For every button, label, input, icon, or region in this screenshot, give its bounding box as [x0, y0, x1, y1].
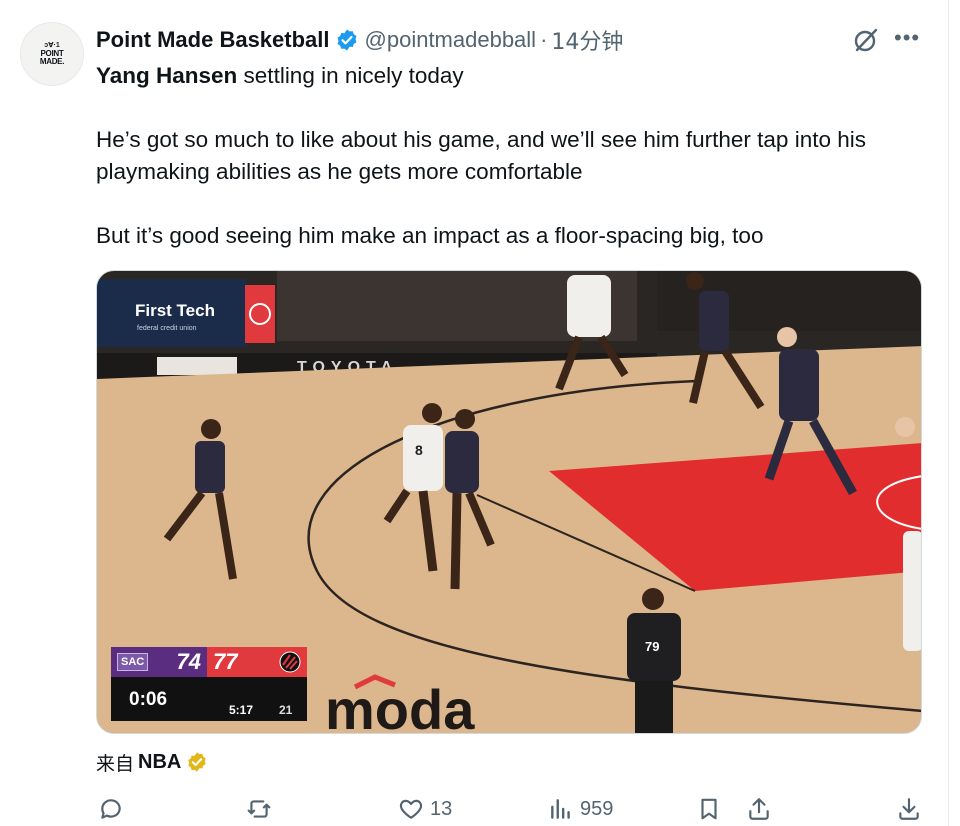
share-icon	[749, 798, 769, 820]
tweet-line-1-rest: settling in nicely today	[237, 63, 464, 88]
repost-button[interactable]	[246, 796, 272, 822]
like-count: 13	[430, 797, 453, 820]
avatar-text-bot: MADE.	[39, 57, 65, 66]
jersey-number-8: 8	[415, 442, 423, 458]
mention-yang-hansen: Yang Hansen	[96, 63, 238, 88]
tweet-paragraph-2: He’s got so much to like about his game,…	[96, 127, 866, 184]
views-button[interactable]: 959	[548, 796, 613, 822]
view-count: 959	[580, 797, 614, 820]
tweet-actions: 13 959	[96, 792, 926, 826]
kings-logo: SAC	[117, 653, 149, 671]
video-player[interactable]: First Tech federal credit union TOYOTA m…	[96, 270, 922, 734]
away-score: 74	[176, 649, 201, 674]
scoreboard-scores: SAC 74 77	[111, 647, 307, 677]
game-clock: 5:17	[229, 703, 254, 717]
reply-button[interactable]	[98, 796, 124, 822]
toyota-logo-plate	[157, 357, 237, 375]
sponsor-subtext: federal credit union	[137, 325, 197, 332]
bookmark-button[interactable]	[696, 796, 722, 822]
avatar[interactable]: ᴐ∀·1 POINT MADE.	[20, 22, 84, 86]
repost-icon	[247, 800, 271, 818]
video-source[interactable]: 来自 NBA	[96, 748, 208, 776]
reply-icon	[101, 799, 121, 819]
share-button[interactable]	[746, 796, 772, 822]
tweet-line-1: Yang Hansen settling in nicely today	[96, 60, 936, 92]
home-score: 77	[213, 649, 238, 674]
scoreboard-away: SAC 74	[111, 647, 207, 677]
tweet-text: Yang Hansen settling in nicely today He’…	[96, 60, 936, 252]
analytics-icon	[551, 799, 570, 819]
author-handle[interactable]: @pointmadebball	[365, 27, 537, 53]
separator-dot: ·	[540, 27, 548, 52]
scoreboard-overlay: SAC 74 77 0:06 5:17 21	[111, 647, 307, 721]
more-options-icon[interactable]: •••	[894, 27, 924, 52]
grok-icon[interactable]	[852, 26, 880, 54]
shot-clock: 21	[279, 703, 293, 717]
sponsor-text: First Tech	[135, 301, 215, 320]
blazers-pinwheel-icon	[279, 651, 301, 673]
heart-icon	[399, 799, 423, 819]
timeline-divider	[948, 0, 949, 826]
tweet-timestamp[interactable]: 14分钟	[551, 24, 623, 56]
download-icon	[899, 798, 919, 820]
gold-verified-badge-icon	[188, 752, 207, 772]
source-name[interactable]: NBA	[138, 751, 181, 774]
video-elapsed-time: 0:06	[129, 689, 168, 710]
verified-badge-icon	[337, 29, 357, 51]
jersey-number-79: 79	[645, 639, 659, 654]
tweet-header: Point Made Basketball @pointmadebball · …	[96, 24, 623, 56]
scoreboard-clock-bar: 0:06 5:17 21	[111, 677, 307, 721]
download-button[interactable]	[896, 796, 922, 822]
source-label: 来自	[96, 752, 135, 775]
court-logo-text: moda	[325, 678, 475, 734]
author-name[interactable]: Point Made Basketball	[96, 27, 330, 53]
tweet-paragraph-3: But it’s good seeing him make an impact …	[96, 223, 764, 248]
bookmark-icon	[701, 798, 717, 820]
scoreboard-home: 77	[207, 647, 307, 677]
like-button[interactable]: 13	[398, 796, 452, 822]
